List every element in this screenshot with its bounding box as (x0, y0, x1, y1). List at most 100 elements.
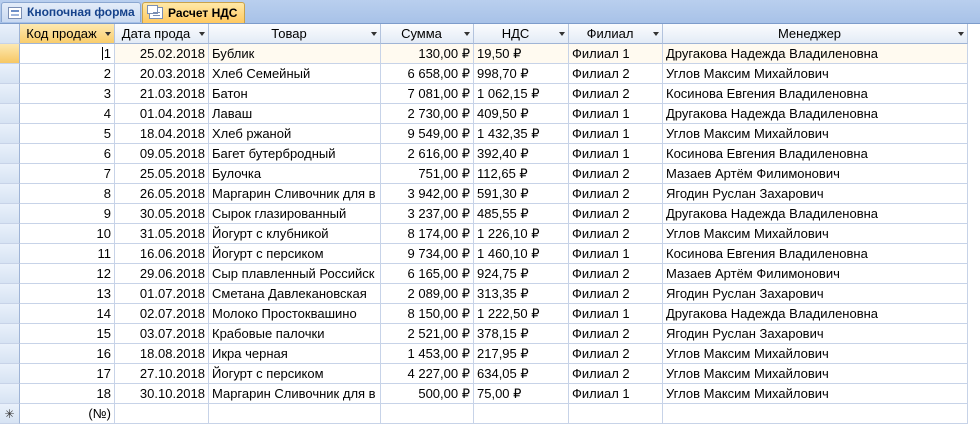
cell-amount[interactable]: 6 658,00 ₽ (381, 64, 474, 84)
cell-manager[interactable]: Мазаев Артём Филимонович (663, 164, 968, 184)
cell-product[interactable]: Лаваш (209, 104, 381, 124)
cell-vat[interactable]: 1 222,50 ₽ (474, 304, 569, 324)
cell-sale-id[interactable]: 11 (20, 244, 115, 264)
cell-vat[interactable]: 1 062,15 ₽ (474, 84, 569, 104)
cell-product[interactable]: Сыр плавленный Российск (209, 264, 381, 284)
cell-manager[interactable]: Другакова Надежда Владиленовна (663, 204, 968, 224)
cell-manager[interactable]: Углов Максим Михайлович (663, 64, 968, 84)
cell-manager[interactable]: Ягодин Руслан Захарович (663, 284, 968, 304)
cell-manager[interactable]: Углов Максим Михайлович (663, 384, 968, 404)
cell-sale-id[interactable]: 3 (20, 84, 115, 104)
cell-manager[interactable]: Косинова Евгения Владиленовна (663, 84, 968, 104)
row-selector[interactable] (0, 224, 20, 244)
table-row[interactable]: 14 02.07.2018 Молоко Простоквашино 8 150,00… (0, 304, 980, 324)
row-selector[interactable] (0, 104, 20, 124)
table-row[interactable]: 9 30.05.2018 Сырок глазированный 3 237,00 ₽… (0, 204, 980, 224)
cell-manager[interactable]: Косинова Евгения Владиленовна (663, 144, 968, 164)
cell-branch[interactable]: Филиал 2 (569, 324, 663, 344)
new-record-row[interactable]: ✳ (№) (0, 404, 980, 424)
cell-vat[interactable]: 1 432,35 ₽ (474, 124, 569, 144)
dropdown-arrow-icon[interactable] (371, 32, 377, 36)
cell-manager[interactable]: Углов Максим Михайлович (663, 344, 968, 364)
dropdown-arrow-icon[interactable] (105, 32, 111, 36)
row-selector[interactable] (0, 124, 20, 144)
column-header-amount[interactable]: Сумма (381, 24, 474, 44)
cell-vat[interactable]: 313,35 ₽ (474, 284, 569, 304)
row-selector[interactable] (0, 184, 20, 204)
row-selector[interactable] (0, 164, 20, 184)
cell-sale-id[interactable]: 12 (20, 264, 115, 284)
table-row[interactable]: 16 18.08.2018 Икра черная 1 453,00 ₽ 217,95 … (0, 344, 980, 364)
new-cell-product[interactable] (209, 404, 381, 424)
cell-product[interactable]: Йогурт с персиком (209, 364, 381, 384)
new-record-icon[interactable]: ✳ (0, 404, 20, 424)
cell-manager[interactable]: Другакова Надежда Владиленовна (663, 44, 968, 64)
cell-sale-date[interactable]: 16.06.2018 (115, 244, 209, 264)
dropdown-arrow-icon[interactable] (958, 32, 964, 36)
cell-product[interactable]: Молоко Простоквашино (209, 304, 381, 324)
cell-sale-id[interactable]: 7 (20, 164, 115, 184)
cell-sale-id[interactable]: 10 (20, 224, 115, 244)
cell-amount[interactable]: 751,00 ₽ (381, 164, 474, 184)
cell-amount[interactable]: 1 453,00 ₽ (381, 344, 474, 364)
cell-sale-id[interactable]: 16 (20, 344, 115, 364)
cell-amount[interactable]: 3 237,00 ₽ (381, 204, 474, 224)
cell-manager[interactable]: Углов Максим Михайлович (663, 364, 968, 384)
column-header-branch[interactable]: Филиал (569, 24, 663, 44)
table-row[interactable]: 12 29.06.2018 Сыр плавленный Российск 6 165… (0, 264, 980, 284)
table-row[interactable]: 10 31.05.2018 Йогурт с клубникой 8 174,00 ₽… (0, 224, 980, 244)
row-selector[interactable] (0, 324, 20, 344)
cell-sale-id[interactable]: 9 (20, 204, 115, 224)
cell-branch[interactable]: Филиал 2 (569, 364, 663, 384)
cell-amount[interactable]: 2 521,00 ₽ (381, 324, 474, 344)
new-cell-manager[interactable] (663, 404, 968, 424)
table-row[interactable]: 7 25.05.2018 Булочка 751,00 ₽ 112,65 ₽ Филиал… (0, 164, 980, 184)
cell-vat[interactable]: 19,50 ₽ (474, 44, 569, 64)
column-header-vat[interactable]: НДС (474, 24, 569, 44)
row-selector[interactable] (0, 264, 20, 284)
table-row[interactable]: 6 09.05.2018 Багет бутербродный 2 616,00 ₽ 3… (0, 144, 980, 164)
cell-product[interactable]: Багет бутербродный (209, 144, 381, 164)
cell-branch[interactable]: Филиал 2 (569, 264, 663, 284)
cell-manager[interactable]: Косинова Евгения Владиленовна (663, 244, 968, 264)
cell-sale-date[interactable]: 02.07.2018 (115, 304, 209, 324)
row-selector[interactable] (0, 284, 20, 304)
cell-branch[interactable]: Филиал 2 (569, 184, 663, 204)
cell-sale-id[interactable]: 5 (20, 124, 115, 144)
cell-branch[interactable]: Филиал 2 (569, 224, 663, 244)
cell-product[interactable]: Сырок глазированный (209, 204, 381, 224)
cell-amount[interactable]: 2 730,00 ₽ (381, 104, 474, 124)
cell-branch[interactable]: Филиал 2 (569, 164, 663, 184)
dropdown-arrow-icon[interactable] (559, 32, 565, 36)
cell-amount[interactable]: 130,00 ₽ (381, 44, 474, 64)
cell-sale-date[interactable]: 18.04.2018 (115, 124, 209, 144)
row-selector[interactable] (0, 64, 20, 84)
cell-product[interactable]: Булочка (209, 164, 381, 184)
cell-branch[interactable]: Филиал 1 (569, 244, 663, 264)
cell-amount[interactable]: 500,00 ₽ (381, 384, 474, 404)
cell-manager[interactable]: Ягодин Руслан Захарович (663, 184, 968, 204)
row-selector[interactable] (0, 44, 20, 64)
cell-sale-date[interactable]: 01.04.2018 (115, 104, 209, 124)
cell-amount[interactable]: 9 549,00 ₽ (381, 124, 474, 144)
cell-vat[interactable]: 998,70 ₽ (474, 64, 569, 84)
cell-manager[interactable]: Другакова Надежда Владиленовна (663, 304, 968, 324)
cell-vat[interactable]: 634,05 ₽ (474, 364, 569, 384)
table-row[interactable]: 4 01.04.2018 Лаваш 2 730,00 ₽ 409,50 ₽ Филиал… (0, 104, 980, 124)
cell-product[interactable]: Батон (209, 84, 381, 104)
cell-sale-id[interactable]: 8 (20, 184, 115, 204)
cell-sale-id[interactable]: 1 (20, 44, 115, 64)
cell-product[interactable]: Икра черная (209, 344, 381, 364)
new-cell-amount[interactable] (381, 404, 474, 424)
cell-sale-date[interactable]: 25.05.2018 (115, 164, 209, 184)
cell-sale-id[interactable]: 14 (20, 304, 115, 324)
table-row[interactable]: 2 20.03.2018 Хлеб Семейный 6 658,00 ₽ 998,70… (0, 64, 980, 84)
cell-sale-date[interactable]: 30.05.2018 (115, 204, 209, 224)
cell-branch[interactable]: Филиал 2 (569, 84, 663, 104)
row-selector[interactable] (0, 144, 20, 164)
cell-manager[interactable]: Другакова Надежда Владиленовна (663, 104, 968, 124)
table-row[interactable]: 11 16.06.2018 Йогурт с персиком 9 734,00 ₽ 1… (0, 244, 980, 264)
row-selector[interactable] (0, 384, 20, 404)
cell-sale-id[interactable]: 17 (20, 364, 115, 384)
cell-amount[interactable]: 7 081,00 ₽ (381, 84, 474, 104)
